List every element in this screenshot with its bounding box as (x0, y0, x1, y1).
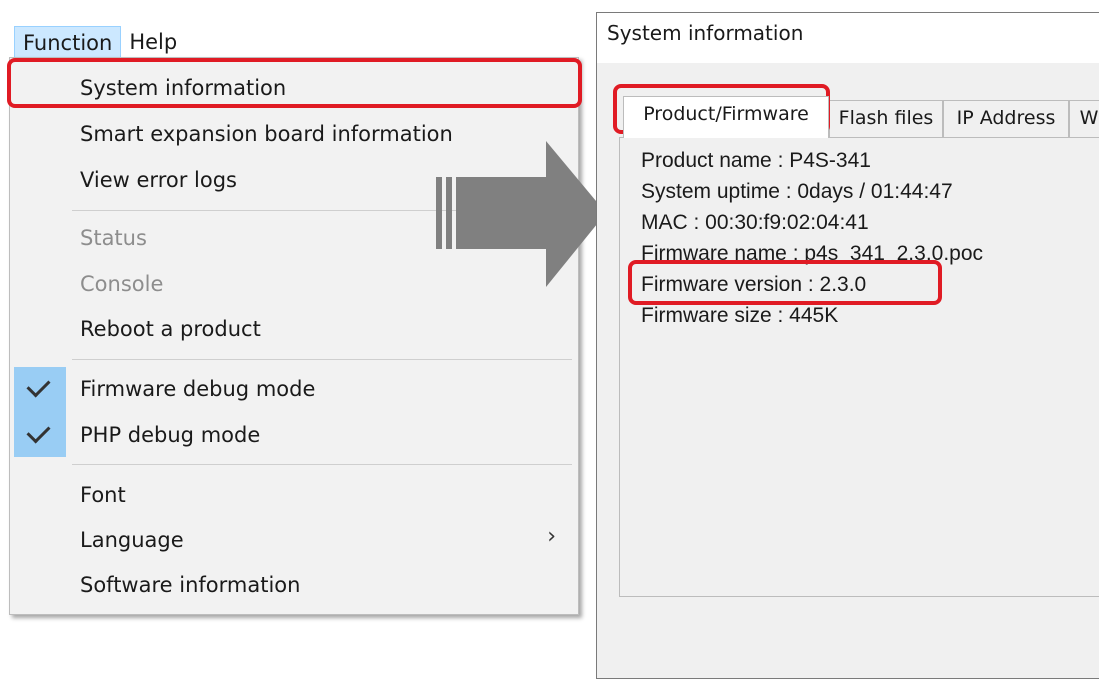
highlight-firmware-version (628, 260, 942, 305)
tab-flash-files[interactable]: Flash files (829, 100, 943, 138)
menu-help[interactable]: Help (121, 26, 185, 58)
system-uptime: System uptime : 0days / 01:44:47 (641, 180, 953, 203)
tab-ip-address[interactable]: IP Address (943, 100, 1069, 138)
menu-separator (72, 359, 572, 360)
menu-item-font[interactable]: Font (10, 473, 578, 517)
menu-bar: Function Help (14, 26, 185, 58)
menu-separator (72, 464, 572, 465)
tab-product-firmware[interactable]: Product/Firmware (623, 96, 829, 138)
firmware-size: Firmware size : 445K (641, 304, 839, 327)
chevron-right-icon: › (547, 524, 556, 549)
system-information-dialog: System information Product/Firmware Flas… (596, 12, 1099, 679)
right-arrow-icon (436, 141, 606, 287)
menu-item-software-information[interactable]: Software information (10, 563, 578, 607)
menu-item-php-debug-mode[interactable]: PHP debug mode (10, 413, 578, 457)
dialog-title: System information (607, 21, 804, 45)
product-name: Product name : P4S-341 (641, 149, 871, 172)
menu-item-reboot-a-product[interactable]: Reboot a product (10, 307, 578, 351)
checkmark-icon (26, 373, 51, 398)
menu-item-firmware-debug-mode[interactable]: Firmware debug mode (10, 367, 578, 411)
mac-address: MAC : 00:30:f9:02:04:41 (641, 211, 869, 234)
product-firmware-panel (619, 137, 1099, 597)
checkmark-icon (26, 419, 51, 444)
menu-item-language[interactable]: Language › (10, 518, 578, 562)
tab-truncated[interactable]: W (1069, 100, 1099, 138)
highlight-system-information (7, 58, 582, 108)
menu-function[interactable]: Function (14, 26, 122, 58)
